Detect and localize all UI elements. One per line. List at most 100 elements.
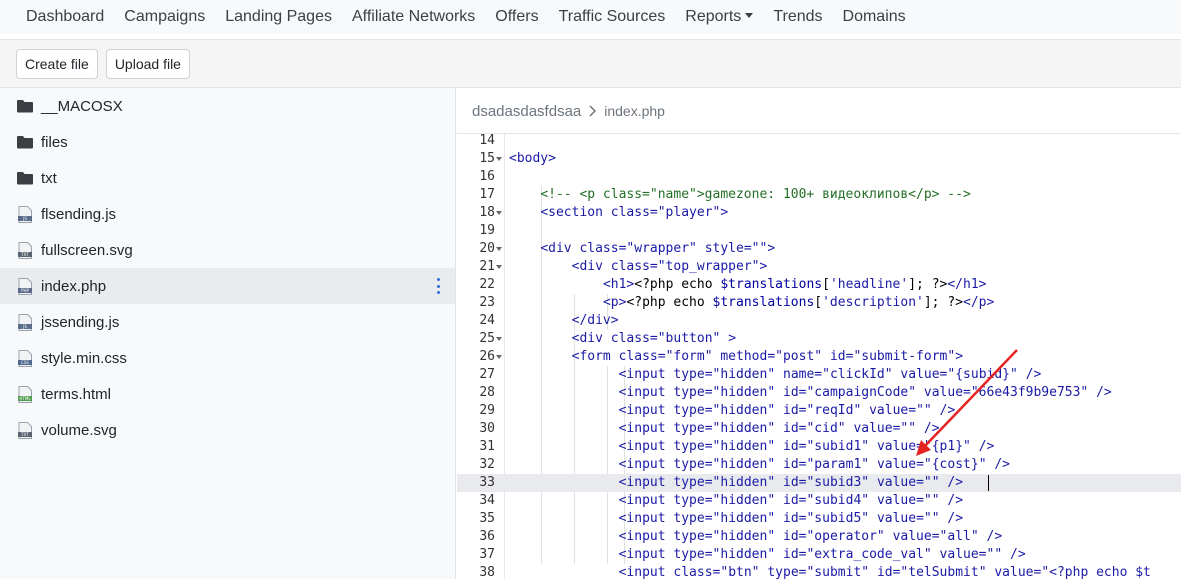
nav-reports[interactable]: Reports bbox=[675, 0, 763, 34]
code-line: 29 <input type="hidden" id="reqId" value=… bbox=[457, 402, 1181, 420]
code-token: value= bbox=[939, 547, 987, 562]
line-number: 36 bbox=[479, 529, 495, 544]
code-token: id= bbox=[829, 349, 854, 364]
nav-offers[interactable]: Offers bbox=[485, 0, 548, 34]
code-token: "form" bbox=[665, 349, 721, 364]
code-line: 15 <body> bbox=[457, 150, 1181, 168]
code-token: "subid4" bbox=[806, 493, 877, 508]
code-token: $translations bbox=[720, 277, 823, 292]
code-text: </div> bbox=[572, 312, 619, 330]
code-token: "telSubmit" bbox=[900, 565, 995, 579]
code-line: 22 <h1><?php echo $translations['headline… bbox=[457, 276, 1181, 294]
code-token: [ bbox=[822, 277, 830, 292]
file-item[interactable]: files bbox=[0, 124, 455, 160]
fold-toggle-icon[interactable] bbox=[496, 355, 502, 359]
code-editor[interactable]: 14 15 <body> 16 17 <!-- <p class="name">gamez… bbox=[457, 134, 1181, 579]
code-token: name= bbox=[783, 367, 823, 382]
file-item[interactable]: CSS style.min.css bbox=[0, 340, 455, 376]
fold-toggle-icon[interactable] bbox=[496, 247, 502, 251]
code-token: <input bbox=[618, 403, 674, 418]
code-token: value= bbox=[853, 421, 901, 436]
file-item[interactable]: JS flsending.js bbox=[0, 196, 455, 232]
nav-trends[interactable]: Trends bbox=[763, 0, 832, 34]
code-line: 34 <input type="hidden" id="subid4" value… bbox=[457, 492, 1181, 510]
js-file-icon: JS bbox=[16, 313, 34, 331]
code-token: /> bbox=[947, 475, 964, 490]
code-text: <input type="hidden" id="subid5" value="… bbox=[619, 510, 963, 528]
code-line: 30 <input type="hidden" id="cid" value=""… bbox=[457, 420, 1181, 438]
code-token: /> bbox=[923, 421, 940, 436]
code-token: value= bbox=[876, 457, 924, 472]
code-line: 27 <input type="hidden" name="clickId" va… bbox=[457, 366, 1181, 384]
code-token: id= bbox=[783, 457, 807, 472]
nav-landing-pages[interactable]: Landing Pages bbox=[215, 0, 342, 34]
breadcrumb-folder[interactable]: dsadasdasfdsaa bbox=[472, 103, 581, 120]
svg-text:JS: JS bbox=[22, 216, 27, 221]
code-token: ]; ?> bbox=[923, 295, 963, 310]
code-token: [ bbox=[814, 295, 823, 310]
code-line: 21 <div class="top_wrapper"> bbox=[457, 258, 1181, 276]
line-number: 14 bbox=[479, 134, 495, 148]
code-token: </h1> bbox=[947, 277, 987, 292]
js-file-icon: JS bbox=[16, 205, 34, 223]
nav-campaigns[interactable]: Campaigns bbox=[114, 0, 215, 34]
code-line: 35 <input type="hidden" id="subid5" value… bbox=[457, 510, 1181, 528]
nav-affiliate-networks[interactable]: Affiliate Networks bbox=[342, 0, 485, 34]
code-token: </p> bbox=[963, 295, 995, 310]
code-token: <?php echo bbox=[626, 295, 713, 310]
code-token: type= bbox=[673, 493, 713, 508]
code-token: "" bbox=[923, 511, 948, 526]
code-text: <div class="button" > bbox=[572, 330, 736, 348]
code-token: > bbox=[759, 259, 768, 274]
code-line: 14 bbox=[457, 134, 1181, 150]
nav-label: Campaigns bbox=[124, 8, 206, 25]
svg-text:TXT: TXT bbox=[20, 252, 29, 257]
code-line: 31 <input type="hidden" id="subid1" value… bbox=[457, 438, 1181, 456]
code-text: <input type="hidden" id="extra_code_val"… bbox=[619, 546, 1026, 564]
file-item[interactable]: txt bbox=[0, 160, 455, 196]
code-token: id= bbox=[783, 439, 807, 454]
txt-file-icon: TXT bbox=[16, 421, 34, 439]
fold-toggle-icon[interactable] bbox=[496, 157, 502, 161]
file-item[interactable]: TXT fullscreen.svg bbox=[0, 232, 455, 268]
code-line: 18 <section class="player"> bbox=[457, 204, 1181, 222]
file-item[interactable]: PHP index.php bbox=[0, 268, 455, 304]
code-token: class= bbox=[673, 565, 721, 579]
file-item-label: style.min.css bbox=[41, 349, 127, 367]
nav-traffic-sources[interactable]: Traffic Sources bbox=[549, 0, 676, 34]
code-token: "campaignCode" bbox=[806, 385, 924, 400]
code-text: <input type="hidden" id="reqId" value=""… bbox=[619, 402, 956, 420]
nav-dashboard[interactable]: Dashboard bbox=[16, 0, 114, 34]
chevron-right-icon bbox=[589, 105, 597, 117]
more-vertical-icon[interactable] bbox=[435, 278, 441, 294]
line-number: 23 bbox=[479, 295, 495, 310]
code-token: id= bbox=[783, 421, 807, 436]
code-line: 33 <input type="hidden" id="subid3" value… bbox=[457, 474, 1181, 492]
fold-toggle-icon[interactable] bbox=[496, 337, 502, 341]
code-token: "top_wrapper" bbox=[657, 259, 760, 274]
file-toolbar: Create file Upload file bbox=[0, 39, 1181, 88]
code-token: id= bbox=[783, 529, 807, 544]
code-token: "hidden" bbox=[712, 367, 783, 382]
code-token: value= bbox=[994, 565, 1042, 579]
line-number: 27 bbox=[479, 367, 495, 382]
fold-toggle-icon[interactable] bbox=[496, 265, 502, 269]
file-item[interactable]: JS jssending.js bbox=[0, 304, 455, 340]
upload-file-button[interactable]: Upload file bbox=[105, 48, 190, 79]
code-token: </div> bbox=[571, 313, 619, 328]
folder-icon bbox=[16, 169, 34, 187]
code-token: "subid5" bbox=[806, 511, 877, 526]
code-line: 17 <!-- <p class="name">gamezone: 100+ ви… bbox=[457, 186, 1181, 204]
file-item[interactable]: __MACOSX bbox=[0, 88, 455, 124]
breadcrumb: dsadasdasfdsaa index.php bbox=[472, 100, 665, 122]
code-token: value= bbox=[876, 439, 924, 454]
code-token: <input bbox=[618, 529, 674, 544]
nav-domains[interactable]: Domains bbox=[833, 0, 916, 34]
line-number: 26 bbox=[479, 349, 495, 364]
file-item[interactable]: TXT volume.svg bbox=[0, 412, 455, 448]
code-token: id= bbox=[783, 547, 807, 562]
line-number: 18 bbox=[479, 205, 495, 220]
create-file-button[interactable]: Create file bbox=[16, 48, 98, 79]
file-item[interactable]: HTML terms.html bbox=[0, 376, 455, 412]
fold-toggle-icon[interactable] bbox=[496, 211, 502, 215]
